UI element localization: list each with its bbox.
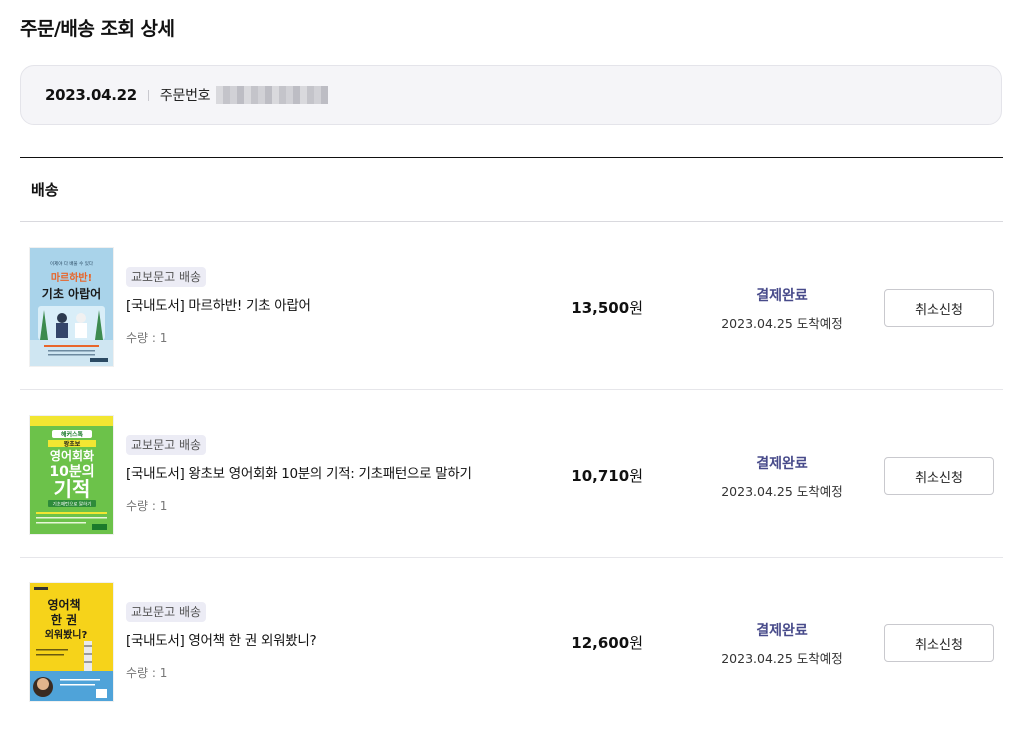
cover-title-line3: 외워봤니? bbox=[45, 628, 88, 641]
item-title[interactable]: [국내도서] 왕초보 영어회화 10분의 기적: 기초패턴으로 말하기 bbox=[126, 462, 472, 482]
payment-status: 결제완료 bbox=[756, 623, 808, 639]
cover-title-line2: 기초 아랍어 bbox=[42, 286, 101, 301]
cover-subtitle: 기초패턴으로 말하기 bbox=[53, 501, 92, 508]
item-price-value: 13,500 bbox=[571, 299, 630, 317]
item-price-currency: 원 bbox=[629, 634, 643, 652]
arrival-date: 2023.04.25 도착예정 bbox=[721, 316, 843, 331]
order-detail-page: 주문/배송 조회 상세 2023.04.22 주문번호 배송 이제야 다 배울 … bbox=[0, 0, 1013, 731]
arrival-date: 2023.04.25 도착예정 bbox=[721, 484, 843, 499]
order-divider bbox=[147, 89, 149, 101]
delivery-badge: 교보문고 배송 bbox=[126, 267, 207, 287]
item-title[interactable]: [국내도서] 영어책 한 권 외워봤니? bbox=[126, 629, 317, 649]
section-header-divider bbox=[20, 221, 1003, 222]
cover-title-line2: 한 권 bbox=[51, 612, 77, 627]
order-number-masked bbox=[216, 86, 329, 104]
cover-top-text: 해커스톡 bbox=[61, 431, 84, 439]
cover-top-text: 이제야 다 배울 수 있다 bbox=[50, 260, 94, 267]
cover-title-line0: 왕초보 bbox=[64, 440, 81, 448]
book-cover[interactable]: 이제야 다 배울 수 있다 마르하반! 기초 아랍어 bbox=[30, 248, 113, 366]
section-top-divider bbox=[20, 157, 1003, 158]
page-title: 주문/배송 조회 상세 bbox=[20, 18, 175, 40]
payment-status: 결제완료 bbox=[756, 288, 808, 304]
delivery-badge: 교보문고 배송 bbox=[126, 602, 207, 622]
order-item: 영어책 한 권 외워봤니? 교보문고 배송 [국내도서] 영어책 한 권 외워봤… bbox=[20, 558, 1003, 725]
item-quantity: 수량 : 1 bbox=[126, 499, 168, 513]
cover-title-line3: 기적 bbox=[54, 477, 91, 501]
cancel-request-button[interactable]: 취소신청 bbox=[884, 624, 994, 662]
item-price-value: 12,600 bbox=[571, 634, 630, 652]
section-label-delivery: 배송 bbox=[31, 181, 59, 199]
order-item: 해커스톡 왕초보 영어회화 10분의 기적 기초패턴으로 말하기 교보문고 배송… bbox=[20, 391, 1003, 558]
item-price-currency: 원 bbox=[629, 467, 643, 485]
order-number-label: 주문번호 bbox=[159, 88, 211, 104]
cancel-request-button[interactable]: 취소신청 bbox=[884, 289, 994, 327]
cover-title-line1: 영어책 bbox=[47, 597, 80, 612]
item-price-value: 10,710 bbox=[571, 467, 630, 485]
cover-title-line1: 영어회화 bbox=[50, 448, 94, 463]
item-price: 10,710원 bbox=[571, 465, 643, 486]
arrival-date: 2023.04.25 도착예정 bbox=[721, 651, 843, 666]
item-title[interactable]: [국내도서] 마르하반! 기초 아랍어 bbox=[126, 294, 311, 314]
payment-status: 결제완료 bbox=[756, 456, 808, 472]
order-item: 이제야 다 배울 수 있다 마르하반! 기초 아랍어 교보문고 배송 [국내도서… bbox=[20, 223, 1003, 390]
item-quantity: 수량 : 1 bbox=[126, 331, 168, 345]
item-quantity: 수량 : 1 bbox=[126, 666, 168, 680]
item-divider bbox=[20, 389, 1003, 390]
order-date: 2023.04.22 bbox=[45, 86, 137, 104]
book-cover[interactable]: 해커스톡 왕초보 영어회화 10분의 기적 기초패턴으로 말하기 bbox=[30, 416, 113, 534]
order-summary: 2023.04.22 주문번호 bbox=[20, 65, 1002, 125]
item-price-currency: 원 bbox=[629, 299, 643, 317]
item-price: 12,600원 bbox=[571, 632, 643, 653]
book-cover[interactable]: 영어책 한 권 외워봤니? bbox=[30, 583, 113, 701]
cover-title-line1: 마르하반! bbox=[51, 271, 92, 284]
item-price: 13,500원 bbox=[571, 297, 643, 318]
delivery-badge: 교보문고 배송 bbox=[126, 435, 207, 455]
cancel-request-button[interactable]: 취소신청 bbox=[884, 457, 994, 495]
